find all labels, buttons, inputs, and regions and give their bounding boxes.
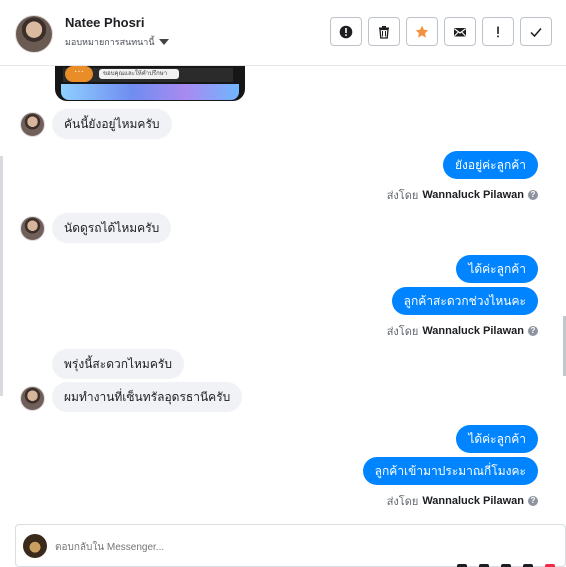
trash-icon — [379, 25, 389, 39]
assign-conversation-dropdown[interactable]: มอบหมายการสนทนานี้ — [65, 35, 169, 49]
star-button[interactable] — [406, 17, 438, 46]
image-band-color — [61, 84, 239, 100]
more-dots-icon: ··· — [65, 66, 93, 82]
contact-avatar[interactable] — [15, 15, 53, 53]
incoming-message[interactable]: คันนี้ยังอยู่ไหมครับ — [52, 109, 172, 139]
flag-button[interactable] — [482, 17, 514, 46]
check-icon — [530, 27, 542, 37]
sent-by-prefix: ส่งโดย — [386, 190, 419, 202]
report-icon — [339, 25, 353, 38]
contact-avatar-small[interactable] — [20, 112, 45, 137]
sent-by-label: ส่งโดย Wannaluck Pilawan ? — [387, 186, 538, 204]
exclamation-icon — [497, 26, 499, 37]
mail-icon — [454, 27, 466, 36]
sent-by-label: ส่งโดย Wannaluck Pilawan ? — [387, 322, 538, 340]
message-thread[interactable]: ··· ขอบคุณและให้คำปรึกษา คันนี้ยังอยู่ไห… — [0, 66, 566, 523]
star-icon — [415, 25, 429, 38]
reply-composer — [15, 524, 566, 567]
page-avatar — [23, 534, 47, 558]
question-icon[interactable]: ? — [528, 326, 538, 336]
contact-avatar-small[interactable] — [20, 216, 45, 241]
contact-avatar-small[interactable] — [20, 386, 45, 411]
delete-button[interactable] — [368, 17, 400, 46]
incoming-message[interactable]: พรุ่งนี้สะดวกไหมครับ — [52, 349, 184, 379]
image-chip-text: ขอบคุณและให้คำปรึกษา — [99, 69, 179, 79]
sent-by-name[interactable]: Wannaluck Pilawan — [422, 325, 524, 337]
outgoing-message[interactable]: ได้ค่ะลูกค้า — [456, 425, 538, 453]
assign-label: มอบหมายการสนทนานี้ — [65, 37, 155, 47]
sent-by-prefix: ส่งโดย — [386, 496, 419, 508]
question-icon[interactable]: ? — [528, 190, 538, 200]
report-button[interactable] — [330, 17, 362, 46]
caret-down-icon — [158, 39, 169, 45]
mark-unread-button[interactable] — [444, 17, 476, 46]
contact-name[interactable]: Natee Phosri — [65, 15, 144, 30]
thread-scrollbar-left[interactable] — [0, 156, 3, 396]
outgoing-message[interactable]: ลูกค้าเข้ามาประมาณกี่โมงคะ — [362, 457, 538, 485]
image-attachment[interactable]: ··· ขอบคุณและให้คำปรึกษา — [55, 66, 245, 101]
question-icon[interactable]: ? — [528, 496, 538, 506]
conversation-actions — [330, 17, 552, 46]
outgoing-message[interactable]: ได้ค่ะลูกค้า — [456, 255, 538, 283]
reply-input[interactable] — [55, 537, 475, 557]
outgoing-message[interactable]: ยังอยู่ค่ะลูกค้า — [443, 151, 538, 179]
sent-by-label: ส่งโดย Wannaluck Pilawan ? — [387, 492, 538, 510]
sent-by-name[interactable]: Wannaluck Pilawan — [422, 495, 524, 507]
incoming-message[interactable]: นัดดูรถได้ไหมครับ — [52, 213, 172, 243]
sent-by-name[interactable]: Wannaluck Pilawan — [422, 189, 524, 201]
mark-done-button[interactable] — [520, 17, 552, 46]
outgoing-message[interactable]: ลูกค้าสะดวกช่วงไหนคะ — [391, 287, 538, 315]
incoming-message[interactable]: ผมทำงานที่เซ็นทรัลอุดรธานีครับ — [52, 382, 243, 412]
conversation-header: Natee Phosri มอบหมายการสนทนานี้ — [0, 0, 566, 66]
sent-by-prefix: ส่งโดย — [386, 326, 419, 338]
